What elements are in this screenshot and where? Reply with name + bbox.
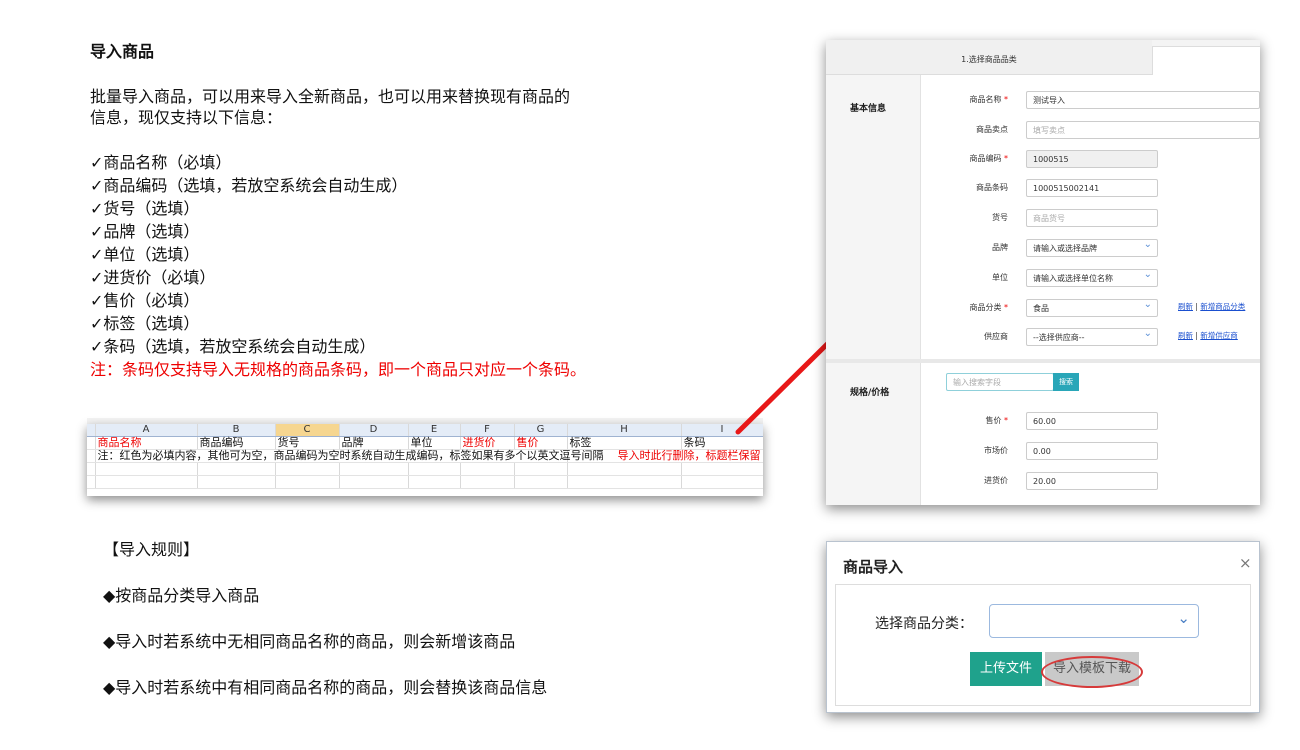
barcode-input[interactable]: 1000515002141 xyxy=(1026,179,1158,197)
requirement-item: ✓售价（必填） xyxy=(90,291,200,310)
cell-header[interactable]: 标签 xyxy=(567,436,682,450)
field-label: 商品编码 * xyxy=(969,154,1008,163)
column-header-selected[interactable]: C xyxy=(275,424,340,437)
row-header xyxy=(87,449,96,463)
requirement-item: ✓标签（选填） xyxy=(90,314,200,333)
chevron-down-icon: ⌄ xyxy=(1177,609,1190,627)
item-number-input[interactable]: 商品货号 xyxy=(1026,209,1158,227)
requirement-item: ✓单位（选填） xyxy=(90,245,200,264)
column-header[interactable]: D xyxy=(339,424,409,437)
spec-section-title: 规格/价格 xyxy=(850,388,890,398)
cell-header[interactable]: 品牌 xyxy=(339,436,409,450)
cell-header[interactable]: 商品编码 xyxy=(197,436,276,450)
column-header[interactable]: A xyxy=(95,424,198,437)
product-name-input[interactable]: 测试导入 xyxy=(1026,91,1260,109)
field-label: 售价 * xyxy=(985,416,1008,425)
supplier-select[interactable]: --选择供应商-- xyxy=(1026,325,1158,346)
refresh-supplier-link[interactable]: 刷新 xyxy=(1178,331,1193,340)
field-label: 市场价 xyxy=(984,446,1008,455)
requirement-item: ✓商品名称（必填） xyxy=(90,153,232,172)
highlight-ellipse xyxy=(1041,656,1143,688)
spec-search-input[interactable]: 输入搜索字段 xyxy=(946,373,1054,391)
requirement-item: ✓商品编码（选填，若放空系统会自动生成） xyxy=(90,176,408,195)
requirement-item: ✓进货价（必填） xyxy=(90,268,216,287)
column-header[interactable]: B xyxy=(197,424,276,437)
add-category-link[interactable]: 新增商品分类 xyxy=(1200,302,1245,311)
column-header[interactable]: G xyxy=(514,424,568,437)
rule-item: ◆导入时若系统中无相同商品名称的商品，则会新增该商品 xyxy=(103,632,516,651)
rules-title: 【导入规则】 xyxy=(103,540,200,559)
cell-header[interactable]: 单位 xyxy=(408,436,461,450)
intro-line: 信息，现仅支持以下信息： xyxy=(90,108,283,127)
field-label: 单位 xyxy=(992,273,1008,282)
import-dialog: 商品导入 × 选择商品分类： ⌄ 上传文件 导入模板下载 xyxy=(826,541,1260,713)
sale-price-input[interactable]: 60.00 xyxy=(1026,412,1158,430)
category-label: 选择商品分类： xyxy=(875,616,973,632)
spec-search-button[interactable]: 搜索 xyxy=(1053,373,1079,391)
rule-item: ◆按商品分类导入商品 xyxy=(103,586,260,605)
dialog-title: 商品导入 xyxy=(843,558,904,576)
intro-line: 批量导入商品，可以用来导入全新商品，也可以用来替换现有商品的 xyxy=(90,87,571,106)
field-label: 货号 xyxy=(992,213,1008,222)
barcode-note: 注：条码仅支持导入无规格的商品条码，即一个商品只对应一个条码。 xyxy=(90,360,587,379)
column-header[interactable]: F xyxy=(460,424,515,437)
category-select[interactable]: 食品 xyxy=(1026,296,1158,317)
cell-header[interactable]: 售价 xyxy=(514,436,568,450)
category-links: 刷新 | 新增商品分类 xyxy=(1178,302,1246,311)
supplier-links: 刷新 | 新增供应商 xyxy=(1178,331,1238,340)
column-header[interactable]: H xyxy=(567,424,682,437)
doc-title: 导入商品 xyxy=(90,42,155,61)
brand-select[interactable]: 请输入或选择品牌 xyxy=(1026,236,1158,257)
basic-section-sidebar xyxy=(826,75,921,359)
add-supplier-link[interactable]: 新增供应商 xyxy=(1200,331,1238,340)
rule-item: ◆导入时若系统中有相同商品名称的商品，则会替换该商品信息 xyxy=(103,678,548,697)
basic-section-title: 基本信息 xyxy=(850,104,887,114)
cell-header[interactable]: 进货价 xyxy=(460,436,515,450)
tab-active[interactable] xyxy=(1152,46,1260,75)
field-label: 供应商 xyxy=(984,332,1008,341)
field-label: 品牌 xyxy=(992,243,1008,252)
requirement-item: ✓品牌（选填） xyxy=(90,222,200,241)
form-tabbar: 1.选择商品品类 xyxy=(826,40,1260,75)
cell-header[interactable]: 货号 xyxy=(275,436,340,450)
product-code-input[interactable]: 1000515 xyxy=(1026,150,1158,168)
field-label: 进货价 xyxy=(984,476,1008,485)
cell-note[interactable]: 注：红色为必填内容，其他可为空，商品编码为空时系统自动生成编码，标签如果有多个以… xyxy=(95,449,604,463)
field-label: 商品名称 * xyxy=(969,95,1008,104)
template-spreadsheet: A B C D E F G H I 商品名称 商品编码 货号 品牌 单位 进货价… xyxy=(87,424,763,496)
tab-select-category[interactable]: 1.选择商品品类 xyxy=(826,40,1152,74)
product-edit-form: 1.选择商品品类 基本信息 商品名称 * 测试导入 商品卖点 填写卖点 商品编码… xyxy=(826,40,1260,505)
selling-point-input[interactable]: 填写卖点 xyxy=(1026,121,1260,139)
close-icon[interactable]: × xyxy=(1239,554,1252,572)
field-label: 商品条码 xyxy=(976,183,1008,192)
row-header xyxy=(87,436,96,450)
requirement-item: ✓货号（选填） xyxy=(90,199,200,218)
purchase-price-input[interactable]: 20.00 xyxy=(1026,472,1158,490)
unit-select[interactable]: 请输入或选择单位名称 xyxy=(1026,266,1158,287)
refresh-category-link[interactable]: 刷新 xyxy=(1178,302,1193,311)
upload-file-button[interactable]: 上传文件 xyxy=(970,652,1042,686)
cell-header[interactable]: 商品名称 xyxy=(95,436,198,450)
requirement-item: ✓条码（选填，若放空系统会自动生成） xyxy=(90,337,376,356)
field-label: 商品卖点 xyxy=(976,125,1008,134)
sheet-corner xyxy=(87,424,96,437)
column-header[interactable]: E xyxy=(408,424,461,437)
category-dropdown[interactable]: ⌄ xyxy=(989,604,1199,638)
field-label: 商品分类 * xyxy=(969,303,1008,312)
market-price-input[interactable]: 0.00 xyxy=(1026,442,1158,460)
